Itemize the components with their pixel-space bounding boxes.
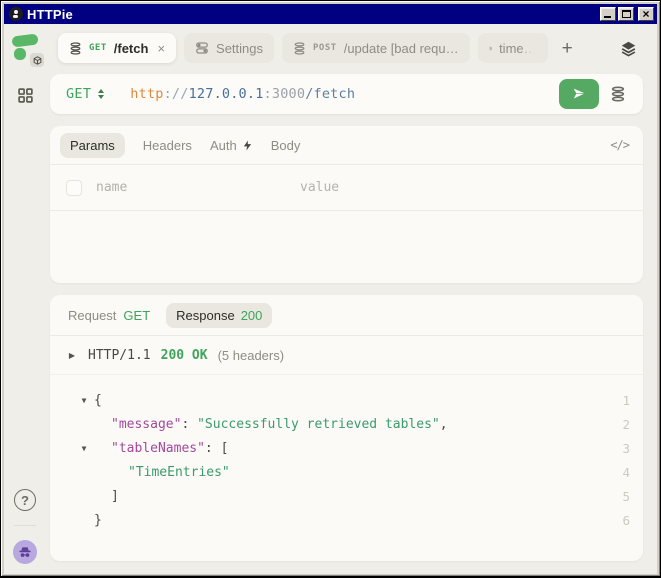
tab-time[interactable]: time… [478, 33, 548, 63]
url-host: 127.0.0.1 [189, 86, 264, 102]
app-window: HTTPie × [0, 0, 661, 578]
tab-request-method: GET [123, 308, 150, 323]
tab-label: time… [499, 41, 537, 56]
title-bar: HTTPie × [4, 4, 657, 24]
tab-auth[interactable]: Auth [210, 138, 253, 153]
tab-overview-button[interactable] [614, 40, 643, 57]
database-icon [489, 42, 492, 55]
app-content: ? GET /fetch × [4, 24, 657, 574]
tab-get-fetch[interactable]: GET /fetch × [58, 33, 176, 63]
window-title: HTTPie [27, 7, 73, 22]
line-number: 2 [622, 417, 630, 432]
url-input[interactable]: http://127.0.0.1:3000/fetch [130, 86, 355, 102]
tab-body-label: Body [271, 138, 301, 153]
paper-plane-icon [571, 86, 587, 102]
tab-label: /update [bad requ… [344, 41, 459, 56]
tab-headers-label: Headers [143, 138, 192, 153]
settings-sliders-icon [195, 41, 209, 55]
url-port: :3000 [264, 86, 306, 102]
protocol: HTTP/1.1 [88, 348, 151, 363]
fold-open-icon[interactable]: ▼ [78, 396, 90, 405]
url-path: /fetch [305, 86, 355, 102]
tab-response-status: 200 [241, 308, 263, 323]
tab-headers[interactable]: Headers [143, 138, 192, 153]
json-line: ▼ { 1 [50, 388, 643, 412]
response-body: ▼ { 1 "message": "Successfully retrieved… [50, 375, 643, 532]
status-code: 200 OK [161, 348, 208, 363]
line-number: 3 [622, 441, 630, 456]
tab-request[interactable]: Request GET [60, 303, 158, 328]
fold-open-icon[interactable]: ▼ [78, 444, 90, 453]
tab-response[interactable]: Response 200 [166, 303, 272, 328]
line-number: 5 [622, 489, 630, 504]
response-status-line: ▶ HTTP/1.1 200 OK (5 headers) [50, 336, 643, 374]
tab-method: POST [313, 43, 337, 53]
send-button[interactable] [559, 79, 599, 109]
minimize-icon [604, 16, 611, 18]
response-pane: Request GET Response 200 ▶ HTTP/1.1 200 … [50, 295, 643, 561]
tab-method: GET [89, 43, 107, 53]
param-checkbox[interactable] [66, 180, 82, 196]
database-icon [610, 86, 626, 102]
database-icon [69, 42, 82, 55]
tab-auth-label: Auth [210, 138, 237, 153]
tab-label: /fetch [114, 41, 149, 56]
tab-body[interactable]: Body [271, 138, 301, 153]
apps-grid-icon[interactable] [17, 87, 34, 109]
json-line: "TimeEntries" 4 [50, 460, 643, 484]
request-pane: Params Headers Auth Body </> [50, 126, 643, 283]
url-scheme: http [130, 86, 163, 102]
tab-post-update[interactable]: POST /update [bad requ… [282, 33, 470, 63]
new-tab-button[interactable]: + [556, 39, 579, 58]
maximize-button[interactable] [618, 7, 634, 21]
sidebar: ? [4, 24, 46, 574]
code-view-icon[interactable]: </> [610, 138, 629, 152]
response-pane-tabs: Request GET Response 200 [50, 295, 643, 335]
json-line: "message": "Successfully retrieved table… [50, 412, 643, 436]
saved-requests-button[interactable] [599, 86, 637, 102]
param-row [50, 165, 643, 210]
json-line: ▼ "tableNames": [ 3 [50, 436, 643, 460]
headers-fold-icon[interactable]: ▶ [66, 351, 78, 360]
tab-response-label: Response [176, 308, 235, 323]
httpie-logo[interactable] [10, 33, 40, 63]
main-column: GET /fetch × Settings POST /upd [46, 24, 657, 574]
lightning-bolt-icon [242, 139, 253, 152]
json-line: ] 5 [50, 484, 643, 508]
close-icon: × [639, 7, 653, 21]
workspace-cube-icon [30, 53, 44, 67]
tab-close-icon[interactable]: × [157, 41, 165, 56]
tab-label: Settings [216, 41, 263, 56]
headers-count: (5 headers) [218, 348, 284, 363]
minimize-button[interactable] [600, 7, 616, 21]
url-separator: :// [164, 86, 189, 102]
layers-icon [620, 40, 637, 57]
anonymous-avatar[interactable] [13, 540, 37, 564]
close-button[interactable]: × [638, 7, 654, 21]
param-name-input[interactable] [96, 180, 286, 195]
sidebar-divider [14, 525, 36, 526]
divider [50, 374, 643, 375]
request-pane-tabs: Params Headers Auth Body </> [50, 126, 643, 164]
database-icon [293, 42, 306, 55]
help-icon: ? [21, 493, 29, 508]
json-line: } 6 [50, 508, 643, 532]
line-number: 4 [622, 465, 630, 480]
line-number: 6 [622, 513, 630, 528]
tab-bar: GET /fetch × Settings POST /upd [48, 30, 643, 66]
method-selector[interactable]: GET [66, 86, 91, 102]
help-button[interactable]: ? [14, 489, 36, 511]
tab-params[interactable]: Params [60, 133, 125, 158]
tab-settings[interactable]: Settings [184, 33, 274, 63]
divider [50, 210, 643, 211]
url-bar: GET http://127.0.0.1:3000/fetch [50, 74, 643, 114]
incognito-icon [17, 544, 33, 560]
maximize-icon [622, 10, 631, 18]
method-dropdown-icon[interactable] [98, 89, 104, 99]
tab-request-label: Request [68, 308, 116, 323]
param-value-input[interactable] [300, 180, 627, 195]
tab-params-label: Params [70, 138, 115, 153]
line-number: 1 [622, 393, 630, 408]
httpie-window-icon [9, 7, 23, 21]
